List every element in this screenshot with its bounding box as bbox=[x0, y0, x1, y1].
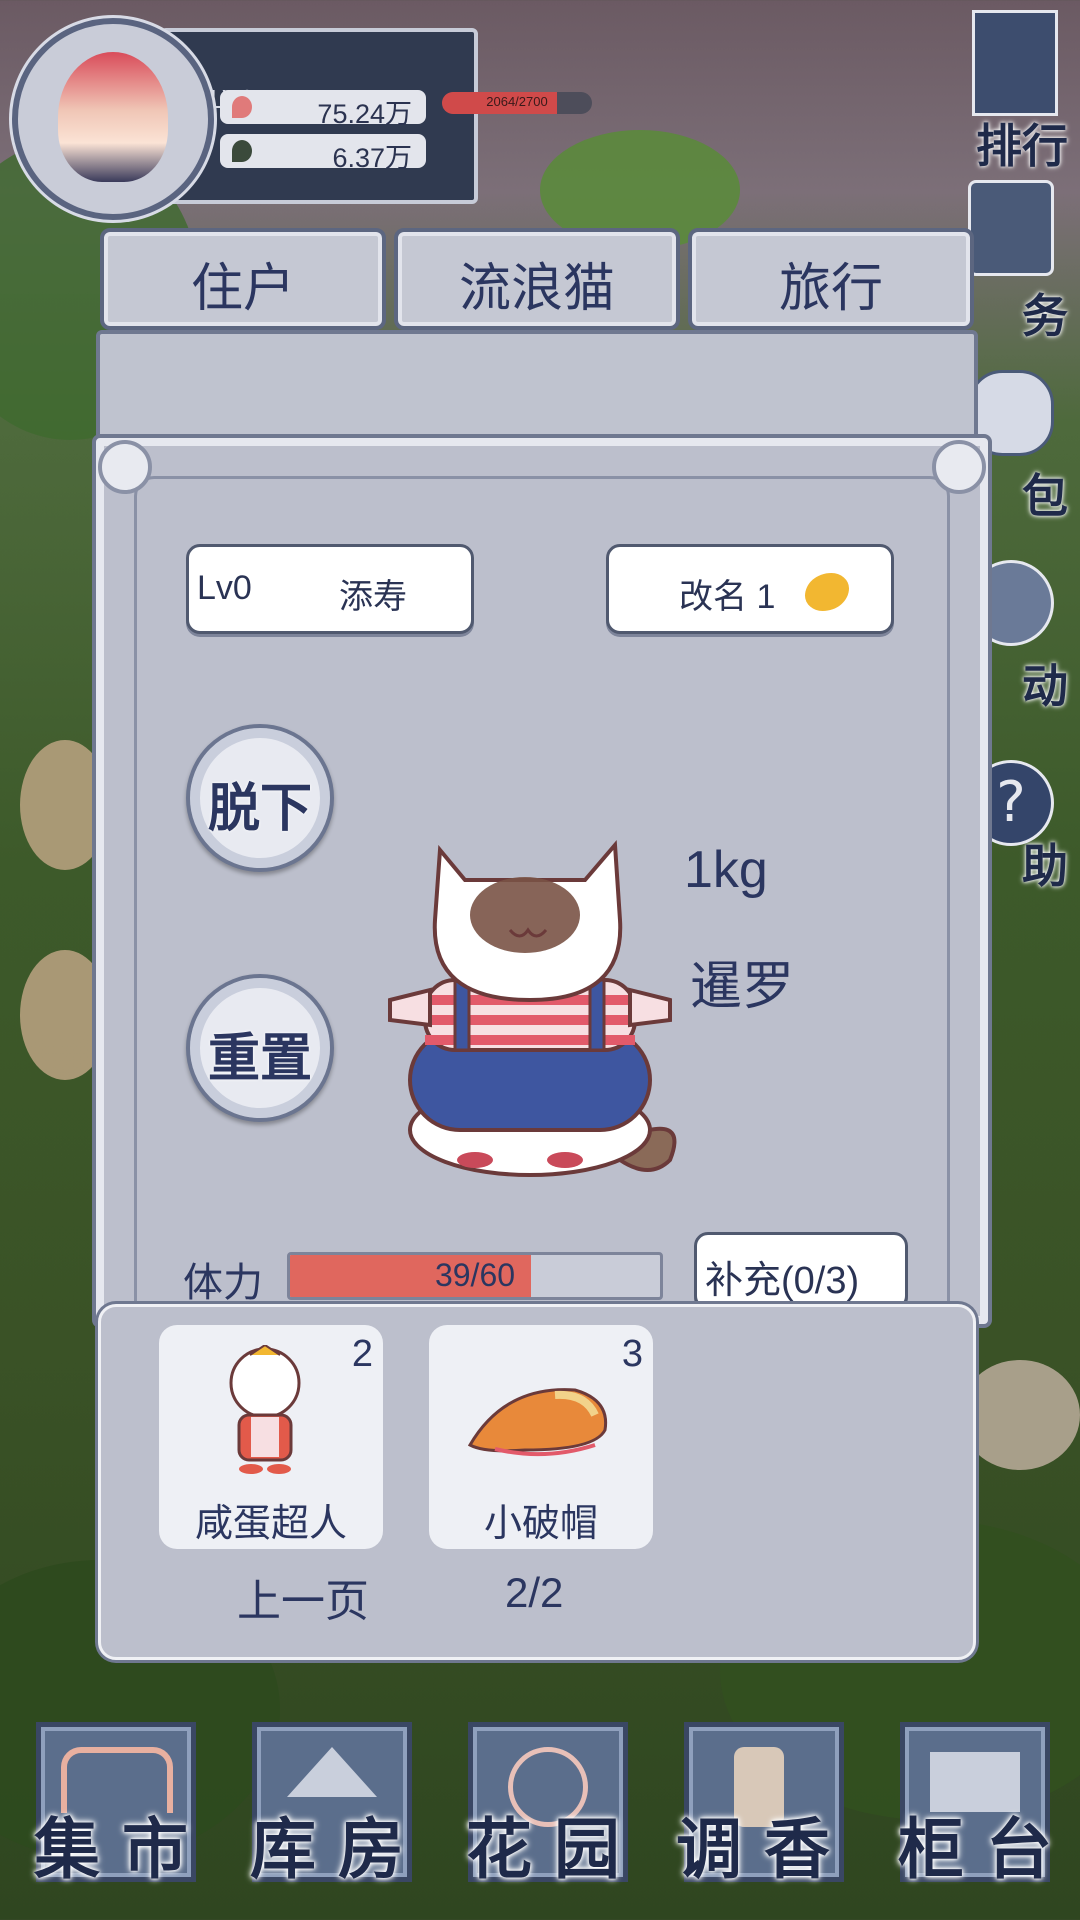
petal-gold-icon bbox=[805, 573, 849, 611]
cat-level: Lv0 bbox=[197, 569, 252, 607]
exp-bar: 2064/2700 bbox=[442, 92, 592, 114]
nav-storage-label: 库房 bbox=[250, 1810, 426, 1888]
corner-ornament-left bbox=[98, 440, 152, 494]
item-count: 3 bbox=[621, 1333, 643, 1375]
page-indicator: 2/2 bbox=[505, 1569, 564, 1616]
cat-weight: 1kg bbox=[684, 841, 768, 899]
item-count: 2 bbox=[351, 1333, 373, 1375]
cat-name-box: Lv0 添寿 bbox=[186, 544, 474, 634]
currency-1-value: 75.24万 bbox=[317, 99, 412, 129]
side-label-tasks: 务 bbox=[1022, 289, 1068, 343]
cat-illustration bbox=[370, 830, 710, 1190]
item-card[interactable]: 2 咸蛋超人 bbox=[159, 1325, 383, 1549]
tab-stray-cats-label: 流浪猫 bbox=[458, 259, 615, 319]
reset-label: 重置 bbox=[207, 1028, 312, 1089]
stamina-bar: 39/60 bbox=[287, 1252, 663, 1300]
prev-page-button[interactable]: 上一页 bbox=[237, 1565, 369, 1629]
tab-stray-cats[interactable]: 流浪猫 bbox=[394, 228, 680, 330]
petal-icon bbox=[232, 96, 252, 118]
refill-label: 补充(0/3) bbox=[705, 1260, 860, 1302]
tab-travel-label: 旅行 bbox=[778, 259, 883, 319]
player-avatar[interactable] bbox=[12, 18, 214, 220]
cat-breed: 暹罗 bbox=[690, 958, 795, 1016]
stamina-value: 39/60 bbox=[434, 1257, 516, 1293]
tab-residents[interactable]: 住户 bbox=[100, 228, 386, 330]
tab-residents-label: 住户 bbox=[190, 259, 295, 319]
refill-button[interactable]: 补充(0/3) bbox=[694, 1232, 908, 1310]
avatar-portrait-icon bbox=[58, 52, 168, 182]
item-name: 咸蛋超人 bbox=[194, 1501, 347, 1545]
items-panel: 2 咸蛋超人 3 小破帽 上一页 2/2 bbox=[98, 1304, 976, 1660]
task-icon bbox=[968, 180, 1054, 276]
leaf-icon bbox=[232, 140, 252, 162]
ultraman-icon bbox=[215, 1343, 315, 1475]
corner-ornament-right bbox=[932, 440, 986, 494]
nav-garden-label: 花园 bbox=[466, 1810, 642, 1888]
stamina-label: 体力 bbox=[183, 1260, 263, 1306]
cat-name: 添寿 bbox=[339, 578, 407, 616]
side-button-ranking[interactable]: 排行 bbox=[968, 10, 1068, 173]
side-label-ranking: 排行 bbox=[976, 119, 1068, 173]
side-label-help: 助 bbox=[1022, 839, 1068, 893]
nav-market-label: 集市 bbox=[34, 1810, 210, 1888]
side-button-tasks[interactable]: 务 bbox=[968, 180, 1068, 343]
currency-2-box: 6.37万 bbox=[220, 134, 426, 173]
ranking-icon bbox=[972, 10, 1058, 116]
item-name: 小破帽 bbox=[483, 1501, 598, 1545]
house-icon bbox=[287, 1747, 377, 1797]
rename-label: 改名 1 bbox=[679, 578, 776, 616]
reset-button[interactable]: 重置 bbox=[186, 974, 334, 1122]
hat-icon bbox=[465, 1375, 615, 1465]
currency-1-box: 75.24万 bbox=[220, 90, 426, 129]
currency-2-value: 6.37万 bbox=[332, 143, 412, 173]
item-card[interactable]: 3 小破帽 bbox=[429, 1325, 653, 1549]
side-label-bag: 包 bbox=[1022, 469, 1068, 523]
nav-counter-label: 柜台 bbox=[898, 1810, 1074, 1888]
nav-perfume-label: 调香 bbox=[676, 1810, 852, 1888]
undress-label: 脱下 bbox=[207, 778, 312, 839]
tab-travel[interactable]: 旅行 bbox=[688, 228, 974, 330]
undress-button[interactable]: 脱下 bbox=[186, 724, 334, 872]
rename-button[interactable]: 改名 1 bbox=[606, 544, 894, 634]
exp-text: 2064/2700 bbox=[486, 94, 548, 109]
side-label-events: 动 bbox=[1022, 659, 1068, 713]
